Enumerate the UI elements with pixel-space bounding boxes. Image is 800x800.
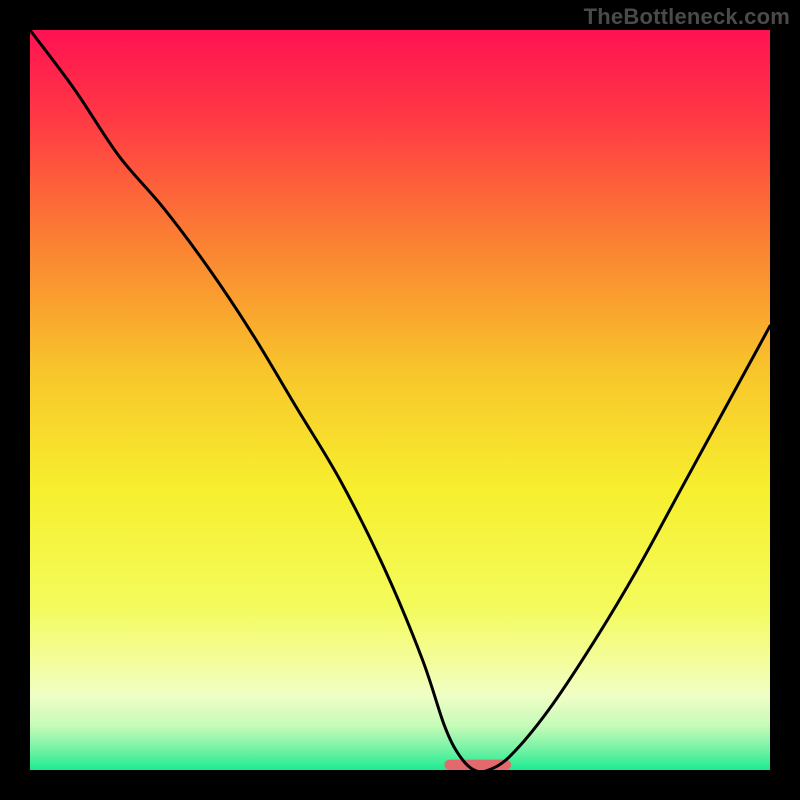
bottleneck-plot xyxy=(30,30,770,770)
heatmap-background xyxy=(30,30,770,770)
chart-frame: TheBottleneck.com xyxy=(0,0,800,800)
watermark-text: TheBottleneck.com xyxy=(584,4,790,30)
plot-svg xyxy=(30,30,770,770)
